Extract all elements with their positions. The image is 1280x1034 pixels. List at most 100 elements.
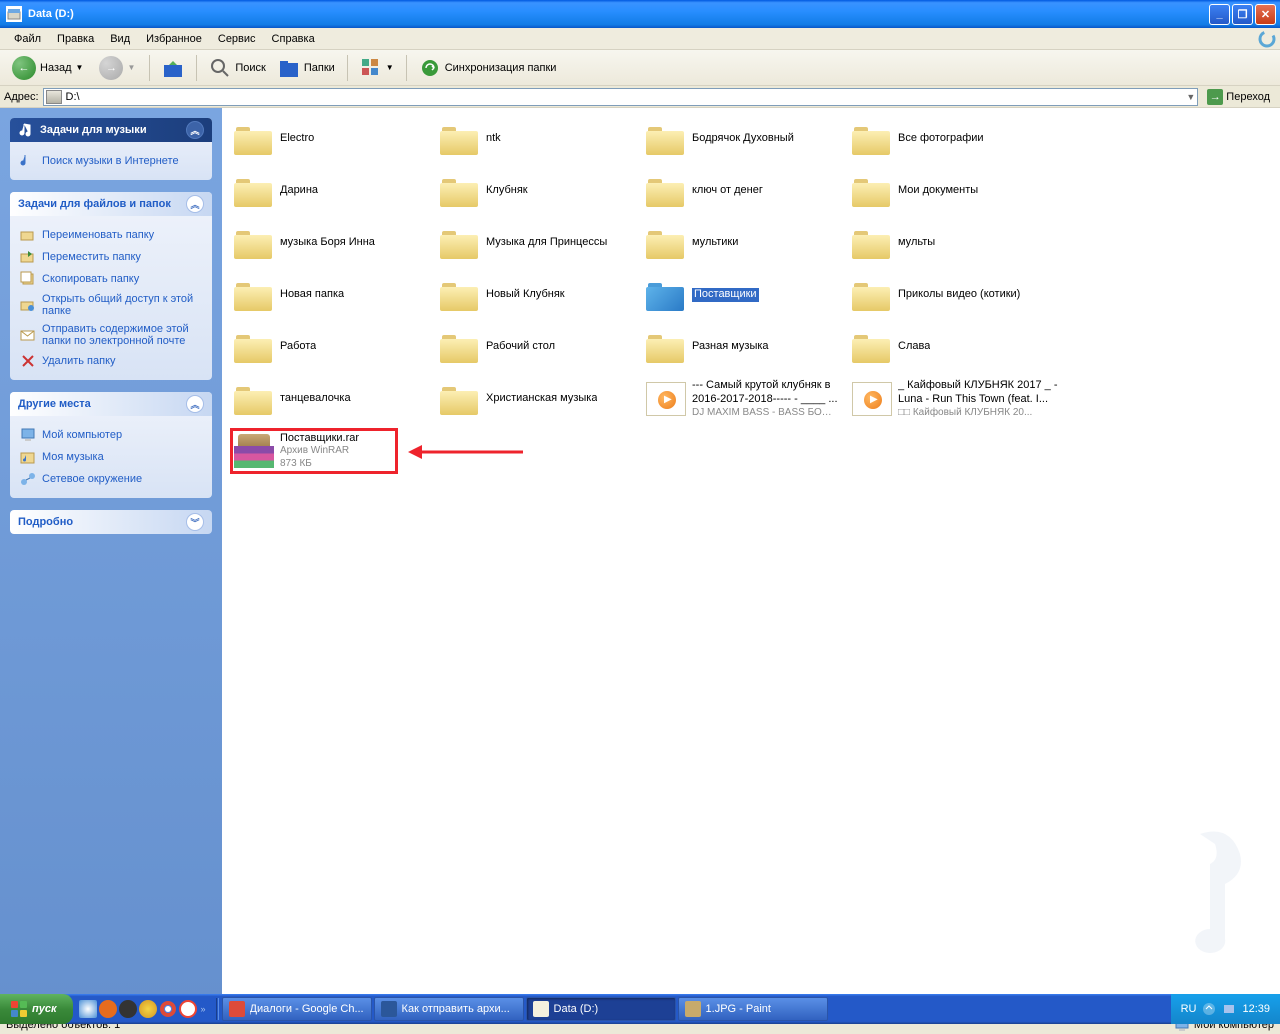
folder-icon <box>440 226 480 260</box>
back-button[interactable]: ← Назад ▼ <box>6 54 89 82</box>
task-icon <box>381 1001 397 1017</box>
collapse-icon[interactable]: ︽ <box>186 395 204 413</box>
address-label: Адрес: <box>4 91 39 103</box>
media-file-item[interactable]: --- Самый крутой клубняк в 2016-2017-201… <box>646 376 852 422</box>
menu-favorites[interactable]: Избранное <box>138 30 210 48</box>
close-button[interactable]: ✕ <box>1255 4 1276 25</box>
folder-icon <box>234 122 274 156</box>
menu-help[interactable]: Справка <box>264 30 323 48</box>
folder-item[interactable]: Дарина <box>234 168 440 214</box>
tray-icon-1[interactable] <box>1202 1002 1216 1016</box>
minimize-button[interactable]: _ <box>1209 4 1230 25</box>
file-label: Клубняк <box>486 184 528 198</box>
folder-item[interactable]: Мои документы <box>852 168 1058 214</box>
folder-item[interactable]: танцевалочка <box>234 376 440 422</box>
file-label: Работа <box>280 340 316 354</box>
panel-details-header[interactable]: Подробно ︾ <box>10 510 212 534</box>
folder-item[interactable]: Слава <box>852 324 1058 370</box>
link-my-music[interactable]: Моя музыка <box>20 446 202 468</box>
search-button[interactable]: Поиск <box>205 55 269 81</box>
link-delete[interactable]: Удалить папку <box>20 350 202 372</box>
task-button[interactable]: Диалоги - Google Ch... <box>222 997 372 1021</box>
task-button[interactable]: Как отправить архи... <box>374 997 524 1021</box>
quick-launch: » <box>73 1000 214 1018</box>
ql-show-desktop[interactable] <box>79 1000 97 1018</box>
folder-icon <box>440 330 480 364</box>
folder-item[interactable]: мульты <box>852 220 1058 266</box>
views-button[interactable]: ▼ <box>356 55 398 81</box>
folder-icon <box>234 226 274 260</box>
up-button[interactable] <box>158 55 188 81</box>
ql-yandex[interactable] <box>179 1000 197 1018</box>
collapse-icon[interactable]: ︽ <box>186 195 204 213</box>
folder-item[interactable]: Христианская музыка <box>440 376 646 422</box>
forward-button[interactable]: → ▼ <box>93 54 141 82</box>
panel-file-header[interactable]: Задачи для файлов и папок ︽ <box>10 192 212 216</box>
file-view[interactable]: Electro ntk Бодрячок Духовный Все фотографи… <box>222 108 1280 1014</box>
media-file-item[interactable]: _ Кайфовый КЛУБНЯК 2017 _ - Luna - Run T… <box>852 376 1058 422</box>
file-label: танцевалочка <box>280 392 351 406</box>
folder-item[interactable]: музыка Боря Инна <box>234 220 440 266</box>
maximize-button[interactable]: ❐ <box>1232 4 1253 25</box>
link-network[interactable]: Сетевое окружение <box>20 468 202 490</box>
folder-item[interactable]: мультики <box>646 220 852 266</box>
systray: RU 12:39 <box>1171 994 1280 1024</box>
folder-icon <box>646 174 686 208</box>
folder-icon <box>440 122 480 156</box>
folder-item[interactable]: Музыка для Принцессы <box>440 220 646 266</box>
menu-service[interactable]: Сервис <box>210 30 264 48</box>
ql-app-3[interactable] <box>139 1000 157 1018</box>
file-label: Поставщики <box>692 288 759 302</box>
folder-item[interactable]: Разная музыка <box>646 324 852 370</box>
folders-button[interactable]: Папки <box>274 55 339 81</box>
link-share[interactable]: Открыть общий доступ к этой папке <box>20 290 202 320</box>
link-email[interactable]: Отправить содержимое этой папки по элект… <box>20 320 202 350</box>
folder-icon <box>852 278 892 312</box>
menu-edit[interactable]: Правка <box>49 30 102 48</box>
file-label: Дарина <box>280 184 318 198</box>
menu-view[interactable]: Вид <box>102 30 138 48</box>
link-search-music[interactable]: Поиск музыки в Интернете <box>20 150 202 172</box>
expand-icon[interactable]: ︾ <box>186 513 204 531</box>
folder-item[interactable]: Новая папка <box>234 272 440 318</box>
ql-app-2[interactable] <box>119 1000 137 1018</box>
folder-item[interactable]: Бодрячок Духовный <box>646 116 852 162</box>
panel-music-header[interactable]: Задачи для музыки ︽ <box>10 118 212 142</box>
tray-icon-2[interactable] <box>1222 1002 1236 1016</box>
folder-item[interactable]: Новый Клубняк <box>440 272 646 318</box>
ql-chrome[interactable] <box>159 1000 177 1018</box>
ql-app-1[interactable] <box>99 1000 117 1018</box>
taskbar: пуск » Диалоги - Google Ch...Как отправи… <box>0 994 1280 1024</box>
task-button[interactable]: 1.JPG - Paint <box>678 997 828 1021</box>
menu-file[interactable]: Файл <box>6 30 49 48</box>
folder-item[interactable]: Клубняк <box>440 168 646 214</box>
folder-item[interactable]: Рабочий стол <box>440 324 646 370</box>
file-label: Рабочий стол <box>486 340 555 354</box>
start-button[interactable]: пуск <box>0 994 73 1024</box>
folder-item[interactable]: Приколы видео (котики) <box>852 272 1058 318</box>
panel-file-tasks: Задачи для файлов и папок ︽ Переименоват… <box>10 192 212 380</box>
folder-icon <box>646 122 686 156</box>
address-input[interactable]: D:\ ▼ <box>43 88 1199 106</box>
collapse-icon[interactable]: ︽ <box>186 121 204 139</box>
link-move[interactable]: Переместить папку <box>20 246 202 268</box>
folder-item[interactable]: ntk <box>440 116 646 162</box>
go-button[interactable]: → Переход <box>1202 89 1276 105</box>
folder-item[interactable]: Electro <box>234 116 440 162</box>
tray-clock[interactable]: 12:39 <box>1242 1003 1270 1015</box>
tray-lang[interactable]: RU <box>1181 1003 1197 1015</box>
task-button[interactable]: Data (D:) <box>526 997 676 1021</box>
file-label: ntk <box>486 132 501 146</box>
folder-item[interactable]: ключ от денег <box>646 168 852 214</box>
link-my-computer[interactable]: Мой компьютер <box>20 424 202 446</box>
folder-item[interactable]: Работа <box>234 324 440 370</box>
folder-item[interactable]: Поставщики <box>646 272 852 318</box>
folder-item[interactable]: Все фотографии <box>852 116 1058 162</box>
rar-file-item[interactable]: Поставщики.rarАрхив WinRAR873 КБ <box>234 428 440 474</box>
sync-button[interactable]: Синхронизация папки <box>415 55 561 81</box>
link-copy[interactable]: Скопировать папку <box>20 268 202 290</box>
panel-other-header[interactable]: Другие места ︽ <box>10 392 212 416</box>
file-label: _ Кайфовый КЛУБНЯК 2017 _ - Luna - Run T… <box>898 379 1058 419</box>
file-label: Бодрячок Духовный <box>692 132 794 146</box>
link-rename[interactable]: Переименовать папку <box>20 224 202 246</box>
